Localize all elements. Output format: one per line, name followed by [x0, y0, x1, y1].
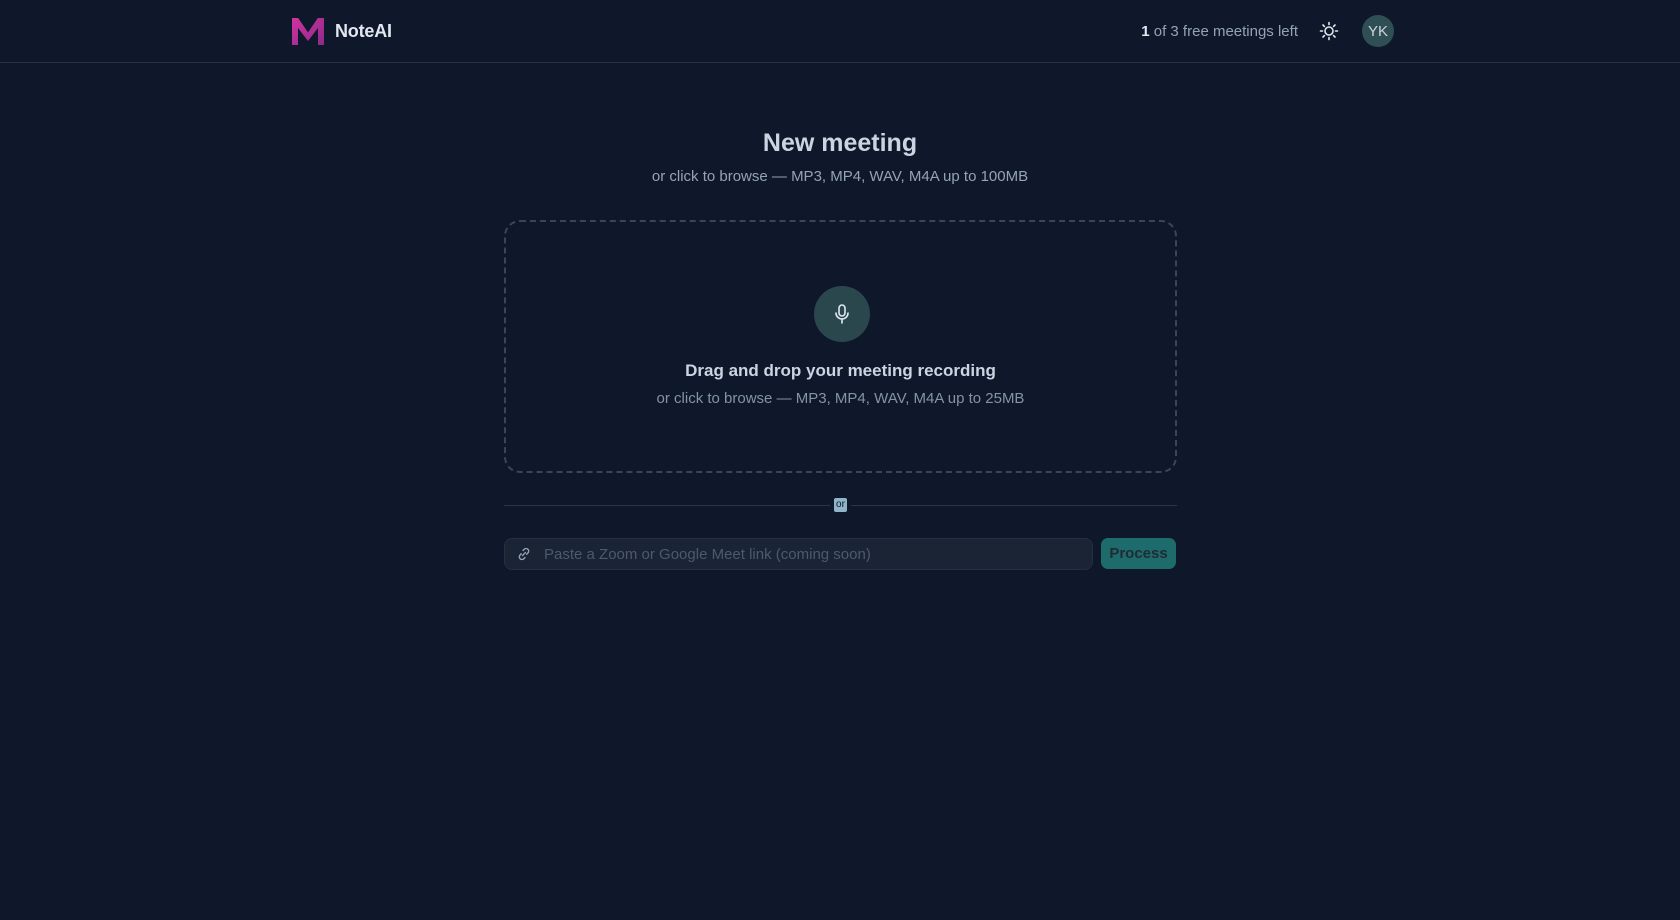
brand[interactable]: NoteAI — [290, 16, 392, 46]
divider-left — [504, 505, 830, 506]
meeting-link-input[interactable] — [542, 538, 1092, 570]
upload-dropzone[interactable]: Drag and drop your meeting recording or … — [504, 220, 1177, 473]
dropzone-subtitle: or click to browse — MP3, MP4, WAV, M4A … — [656, 390, 1025, 407]
logo-m-icon — [292, 17, 324, 45]
link-icon — [516, 545, 534, 563]
page-title: New meeting — [762, 129, 918, 157]
divider-label: or — [834, 498, 847, 512]
meeting-quota: 1 of 3 free meetings left — [1141, 23, 1298, 40]
sun-icon — [1319, 21, 1339, 41]
microphone-badge — [814, 286, 870, 342]
quota-text: of 3 free meetings left — [1149, 22, 1298, 40]
process-button[interactable]: Process — [1101, 538, 1176, 569]
avatar[interactable]: YK — [1362, 15, 1394, 47]
dropzone-title: Drag and drop your meeting recording — [685, 361, 996, 380]
page-subtitle: or click to browse — MP3, MP4, WAV, M4A … — [651, 168, 1029, 185]
meeting-link-field[interactable] — [504, 538, 1093, 570]
theme-toggle-button[interactable] — [1316, 18, 1342, 44]
quota-count: 1 — [1141, 22, 1150, 40]
app-name: NoteAI — [335, 20, 392, 41]
divider-right — [851, 505, 1177, 506]
microphone-icon — [835, 304, 849, 324]
top-bar: NoteAI 1 of 3 free meetings left YK — [0, 0, 1680, 63]
header-tools: 1 of 3 free meetings left YK — [1141, 15, 1394, 47]
